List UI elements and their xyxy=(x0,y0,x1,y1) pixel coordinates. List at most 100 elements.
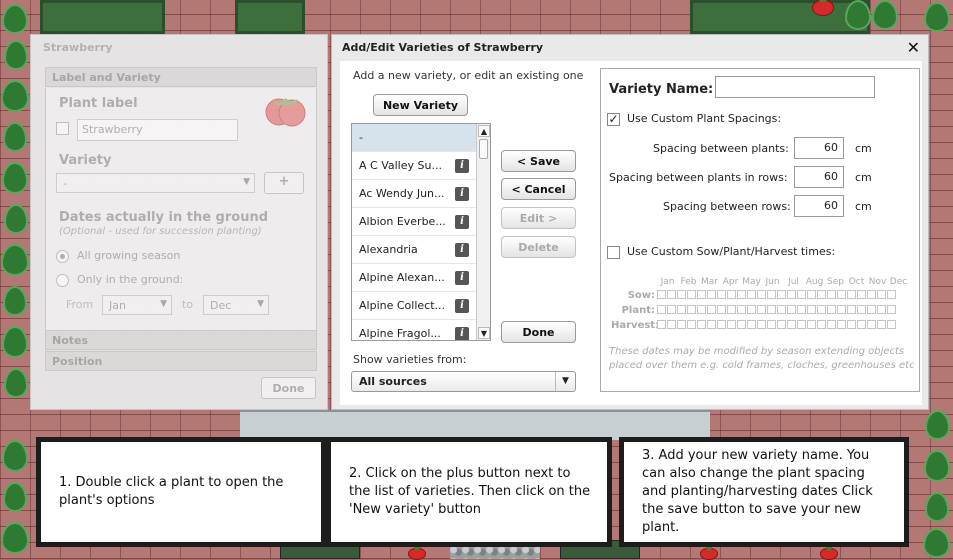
variety-select[interactable]: - ▼ xyxy=(56,173,255,193)
calendar-cell[interactable] xyxy=(767,320,776,329)
calendar-cell[interactable] xyxy=(817,290,826,299)
calendar-cell[interactable] xyxy=(717,320,726,329)
calendar-cell[interactable] xyxy=(717,290,726,299)
custom-spacings-checkbox[interactable]: ✓ xyxy=(607,113,620,126)
calendar-cell[interactable] xyxy=(727,290,736,299)
variety-list-item[interactable]: Alexandria i xyxy=(352,236,490,264)
variety-list-item[interactable]: A C Valley Su... i xyxy=(352,152,490,180)
save-button[interactable]: < Save xyxy=(501,150,576,172)
calendar-cell[interactable] xyxy=(797,305,806,314)
variety-list-item[interactable]: Alpine Collect... i xyxy=(352,292,490,320)
calendar-cell[interactable] xyxy=(867,305,876,314)
variety-list-item[interactable]: - xyxy=(352,124,490,152)
calendar-cell[interactable] xyxy=(807,305,816,314)
plant-label-input[interactable]: Strawberry xyxy=(77,119,238,141)
calendar-cell[interactable] xyxy=(837,305,846,314)
info-icon[interactable]: i xyxy=(455,327,469,340)
variety-list-scrollbar[interactable]: ▲ ▼ xyxy=(476,124,490,340)
calendar-cell[interactable] xyxy=(727,305,736,314)
calendar-cell[interactable] xyxy=(887,320,896,329)
dialog-done-button[interactable]: Done xyxy=(501,321,576,343)
calendar-cell[interactable] xyxy=(667,305,676,314)
variety-list-item[interactable]: Albion Everbe... i xyxy=(352,208,490,236)
calendar-cell[interactable] xyxy=(727,320,736,329)
calendar-cell[interactable] xyxy=(687,320,696,329)
source-select[interactable]: All sources ▼ xyxy=(351,371,576,392)
calendar-cell[interactable] xyxy=(787,320,796,329)
scroll-up-icon[interactable]: ▲ xyxy=(478,125,490,137)
calendar-cell[interactable] xyxy=(697,305,706,314)
calendar-cell[interactable] xyxy=(777,320,786,329)
calendar-cell[interactable] xyxy=(807,320,816,329)
calendar-cell[interactable] xyxy=(667,320,676,329)
from-month-select[interactable]: Jan ▼ xyxy=(102,295,172,315)
spacing-rows-plants-input[interactable]: 60 xyxy=(794,166,844,188)
calendar-cell[interactable] xyxy=(757,320,766,329)
calendar-cell[interactable] xyxy=(657,305,666,314)
calendar-cell[interactable] xyxy=(677,320,686,329)
calendar-cell[interactable] xyxy=(697,290,706,299)
calendar-cell[interactable] xyxy=(867,320,876,329)
calendar-cell[interactable] xyxy=(687,305,696,314)
only-ground-radio[interactable] xyxy=(56,274,69,287)
calendar-cell[interactable] xyxy=(857,305,866,314)
calendar-cell[interactable] xyxy=(737,290,746,299)
calendar-cell[interactable] xyxy=(667,290,676,299)
calendar-cell[interactable] xyxy=(757,290,766,299)
calendar-cell[interactable] xyxy=(797,320,806,329)
scroll-thumb[interactable] xyxy=(479,139,488,159)
calendar-cell[interactable] xyxy=(767,305,776,314)
calendar-cell[interactable] xyxy=(877,290,886,299)
section-label-and-variety[interactable]: Label and Variety xyxy=(45,67,317,87)
custom-times-checkbox[interactable] xyxy=(607,246,620,259)
calendar-cell[interactable] xyxy=(707,320,716,329)
calendar-cell[interactable] xyxy=(817,320,826,329)
calendar-cell[interactable] xyxy=(857,290,866,299)
all-season-radio[interactable] xyxy=(56,250,69,263)
calendar-cell[interactable] xyxy=(847,320,856,329)
calendar-cell[interactable] xyxy=(827,305,836,314)
calendar-cell[interactable] xyxy=(717,305,726,314)
calendar-cell[interactable] xyxy=(777,290,786,299)
calendar-cell[interactable] xyxy=(747,305,756,314)
calendar-cell[interactable] xyxy=(817,305,826,314)
info-icon[interactable]: i xyxy=(455,187,469,201)
calendar-cell[interactable] xyxy=(847,290,856,299)
variety-list-item[interactable]: Ac Wendy Jun... i xyxy=(352,180,490,208)
plant-label-checkbox[interactable] xyxy=(56,122,69,135)
cancel-button[interactable]: < Cancel xyxy=(501,178,576,200)
section-position[interactable]: Position xyxy=(45,351,317,371)
left-done-button[interactable]: Done xyxy=(261,377,316,399)
calendar-cell[interactable] xyxy=(837,320,846,329)
calendar-cell[interactable] xyxy=(767,290,776,299)
to-month-select[interactable]: Dec ▼ xyxy=(203,295,269,315)
calendar-cell[interactable] xyxy=(707,305,716,314)
calendar-cell[interactable] xyxy=(737,320,746,329)
close-icon[interactable]: ✕ xyxy=(907,38,920,57)
calendar-cell[interactable] xyxy=(787,305,796,314)
add-variety-button[interactable]: + xyxy=(264,172,304,194)
calendar-cell[interactable] xyxy=(837,290,846,299)
calendar-cell[interactable] xyxy=(877,320,886,329)
calendar-cell[interactable] xyxy=(827,320,836,329)
info-icon[interactable]: i xyxy=(455,299,469,313)
spacing-rows-input[interactable]: 60 xyxy=(794,195,844,217)
info-icon[interactable]: i xyxy=(455,159,469,173)
variety-name-input[interactable] xyxy=(715,76,875,98)
calendar-cell[interactable] xyxy=(757,305,766,314)
calendar-cell[interactable] xyxy=(847,305,856,314)
calendar-cell[interactable] xyxy=(827,290,836,299)
info-icon[interactable]: i xyxy=(455,271,469,285)
calendar-cell[interactable] xyxy=(797,290,806,299)
calendar-cell[interactable] xyxy=(707,290,716,299)
calendar-cell[interactable] xyxy=(677,305,686,314)
calendar-cell[interactable] xyxy=(867,290,876,299)
info-icon[interactable]: i xyxy=(455,215,469,229)
edit-button[interactable]: Edit > xyxy=(501,207,576,229)
variety-list[interactable]: -A C Valley Su... i Ac Wendy Jun... i Albion… xyxy=(351,123,491,341)
section-notes[interactable]: Notes xyxy=(45,330,317,350)
calendar-cell[interactable] xyxy=(777,305,786,314)
variety-list-item[interactable]: Alpine Alexan... i xyxy=(352,264,490,292)
calendar-cell[interactable] xyxy=(857,320,866,329)
calendar-cell[interactable] xyxy=(697,320,706,329)
